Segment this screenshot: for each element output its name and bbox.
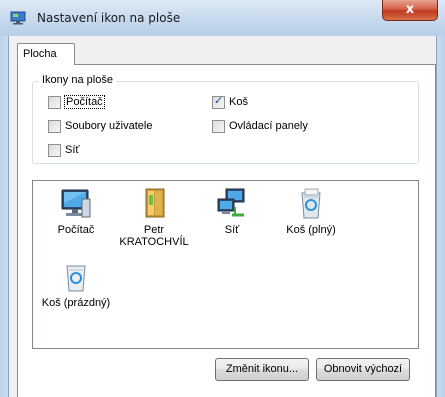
network-icon [217,188,245,217]
tab-label: Plocha [23,48,57,60]
list-item-recycle-bin-empty[interactable]: Koš (prázdný) [37,260,115,309]
tab-plocha[interactable]: Plocha [17,43,75,65]
checkbox-network-box[interactable] [48,143,61,157]
list-item-network-label: Síť [224,224,240,236]
close-icon: x [405,2,415,17]
window-frame-right [437,36,445,397]
change-icon-button-label: Změnit ikonu... [225,363,299,375]
list-item-user-files-label: Petr KRATOCHVÍL [119,224,189,248]
checkbox-computer[interactable]: Počítač [48,95,105,109]
checkbox-computer-box[interactable] [48,95,61,109]
list-item-computer[interactable]: Počítač [37,187,115,236]
restore-default-button-label: Obnovit výchozí [323,363,403,375]
desktop-settings-icon [10,11,28,25]
checkbox-user-files[interactable]: Soubory uživatele [48,119,152,133]
change-icon-button[interactable]: Změnit ikonu... [215,358,309,381]
recycle-bin-full-icon [301,188,321,219]
list-item-recycle-bin-full-label: Koš (plný) [286,224,336,236]
list-item-recycle-bin-empty-label: Koš (prázdný) [41,297,111,309]
checkbox-control-panel-box[interactable] [212,119,225,133]
window-frame-left [0,36,8,397]
checkbox-recycle-bin-label: Koš [229,96,248,108]
title-bar[interactable]: Nastavení ikon na ploše [0,0,445,36]
recycle-bin-empty-icon [66,265,86,292]
close-button[interactable]: x [382,0,438,21]
list-item-computer-label: Počítač [57,224,95,236]
user-folder-icon [145,188,165,218]
checkbox-control-panel[interactable]: Ovládací panely [212,119,308,133]
list-item-network[interactable]: Síť [193,187,271,236]
checkbox-user-files-label: Soubory uživatele [65,120,153,132]
list-item-recycle-bin-full[interactable]: Koš (plný) [272,187,350,236]
checkbox-network-label: Síť [65,144,80,156]
checkbox-network[interactable]: Síť [48,143,80,157]
checkbox-control-panel-label: Ovládací panely [229,120,308,132]
checkbox-user-files-box[interactable] [48,119,61,133]
restore-default-button[interactable]: Obnovit výchozí [316,358,410,381]
computer-icon [61,189,91,218]
groupbox-legend: Ikony na ploše [39,74,116,86]
checkbox-recycle-bin[interactable]: Koš [212,94,248,109]
list-item-user-files[interactable]: Petr KRATOCHVÍL [115,187,193,248]
checkbox-recycle-bin-box[interactable] [212,94,225,109]
window-title: Nastavení ikon na ploše [37,11,181,25]
checkbox-computer-label: Počítač [64,95,105,109]
